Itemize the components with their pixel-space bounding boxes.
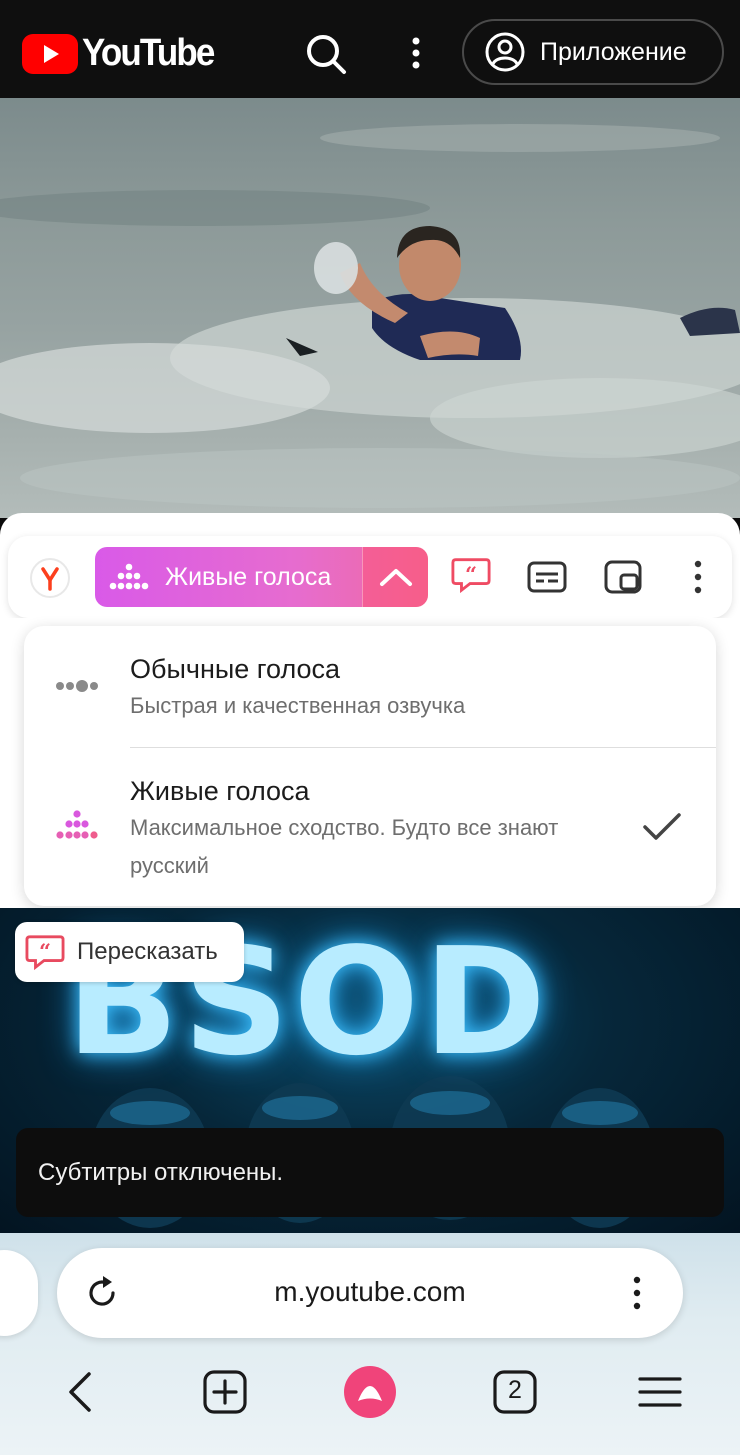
more-options-icon[interactable] bbox=[404, 30, 428, 78]
youtube-wordmark: YouTube bbox=[82, 32, 215, 74]
chevron-left-icon bbox=[69, 1372, 91, 1412]
svg-text:“: “ bbox=[39, 939, 51, 964]
alice-assistant-button[interactable] bbox=[340, 1362, 400, 1422]
youtube-header: YouTube Приложение bbox=[0, 0, 740, 98]
menu-item-subtitle: Максимальное сходство. Будто все знают р… bbox=[130, 815, 559, 878]
voice-mode-selector: Живые голоса bbox=[95, 547, 428, 607]
menu-item-title: Живые голоса bbox=[130, 776, 310, 806]
retell-quote-icon[interactable]: “ bbox=[451, 554, 491, 594]
youtube-play-icon bbox=[22, 33, 78, 74]
video-player[interactable] bbox=[0, 98, 740, 518]
voice-mode-menu: Обычные голоса Быстрая и качественная оз… bbox=[24, 626, 716, 906]
search-icon[interactable] bbox=[302, 30, 350, 78]
hamburger-icon bbox=[638, 1377, 682, 1407]
tabs-button[interactable]: 2 bbox=[485, 1362, 545, 1422]
retell-quote-icon: “ bbox=[25, 935, 65, 971]
voice-mode-label: Живые голоса bbox=[165, 562, 332, 591]
retell-button[interactable]: “ Пересказать bbox=[15, 922, 244, 982]
new-tab-button[interactable] bbox=[195, 1362, 255, 1422]
toolbar-more-icon[interactable] bbox=[678, 557, 718, 597]
address-bar-more-icon[interactable] bbox=[629, 1273, 645, 1313]
open-app-button[interactable]: Приложение bbox=[462, 19, 724, 85]
menu-item-regular-voices[interactable]: Обычные голоса Быстрая и качественная оз… bbox=[24, 626, 716, 747]
alice-icon bbox=[344, 1366, 396, 1418]
retell-label: Пересказать bbox=[77, 938, 218, 965]
svg-text:“: “ bbox=[465, 562, 477, 587]
yandex-logo-icon[interactable] bbox=[30, 558, 70, 598]
voice-mode-button[interactable]: Живые голоса bbox=[95, 547, 362, 607]
url-text: m.youtube.com bbox=[274, 1276, 466, 1307]
subtitles-icon[interactable] bbox=[527, 557, 567, 597]
menu-button[interactable] bbox=[630, 1362, 690, 1422]
youtube-logo[interactable]: YouTube bbox=[22, 32, 225, 75]
regular-voices-icon bbox=[56, 680, 98, 692]
subtitles-off-toast: Субтитры отключены. bbox=[16, 1128, 724, 1217]
account-icon bbox=[485, 32, 525, 72]
plus-square-icon bbox=[203, 1370, 247, 1414]
back-button[interactable] bbox=[50, 1362, 110, 1422]
menu-item-title: Обычные голоса bbox=[130, 654, 341, 684]
voice-menu-toggle[interactable] bbox=[362, 547, 428, 607]
menu-item-subtitle: Быстрая и качественная озвучка bbox=[130, 693, 466, 718]
video-frame-image bbox=[0, 124, 740, 508]
tab-count: 2 bbox=[508, 1376, 522, 1404]
live-voices-icon bbox=[109, 563, 149, 590]
translation-toolbar: Живые голоса “ bbox=[8, 536, 732, 618]
menu-item-live-voices[interactable]: Живые голоса Максимальное сходство. Будт… bbox=[24, 748, 716, 906]
picture-in-picture-icon[interactable] bbox=[603, 557, 643, 597]
toast-message: Субтитры отключены. bbox=[38, 1158, 284, 1186]
address-bar[interactable]: m.youtube.com bbox=[57, 1248, 683, 1338]
chevron-up-icon bbox=[379, 569, 412, 586]
checkmark-icon bbox=[643, 813, 681, 840]
live-voices-icon bbox=[56, 810, 98, 839]
open-app-label: Приложение bbox=[540, 37, 687, 66]
